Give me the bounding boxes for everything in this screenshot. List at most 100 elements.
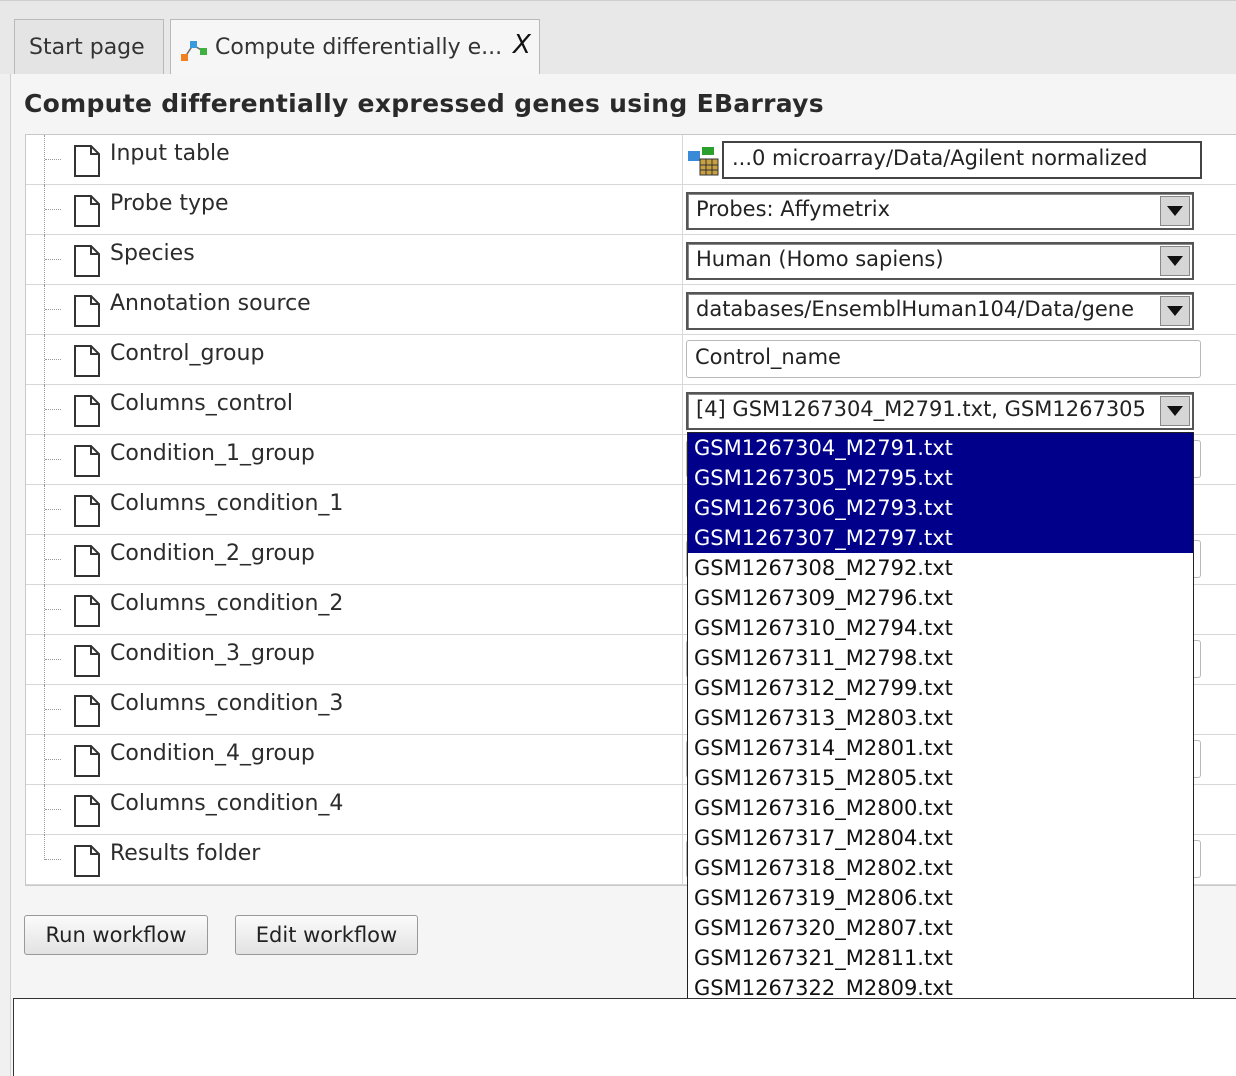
columns-control-dropdown[interactable]: [4] GSM1267304_M2791.txt, GSM1267305 bbox=[686, 392, 1194, 430]
document-icon bbox=[73, 745, 101, 777]
tree-guide bbox=[44, 585, 45, 635]
param-label-cell: Control_group bbox=[26, 335, 683, 385]
document-icon bbox=[73, 345, 101, 377]
tree-guide bbox=[45, 859, 61, 860]
list-item[interactable]: GSM1267308_M2792.txt bbox=[688, 553, 1193, 583]
table-icon bbox=[688, 147, 719, 176]
list-item[interactable]: GSM1267316_M2800.txt bbox=[688, 793, 1193, 823]
tab-label: Compute differentially e... bbox=[215, 35, 503, 60]
workflow-icon bbox=[181, 40, 207, 61]
tree-guide bbox=[44, 835, 45, 860]
tree-guide bbox=[44, 335, 45, 385]
dropdown-value: databases/EnsemblHuman104/Data/gene bbox=[696, 297, 1135, 321]
tree-guide bbox=[45, 409, 61, 410]
list-item[interactable]: GSM1267314_M2801.txt bbox=[688, 733, 1193, 763]
param-control-cell: ...0 microarray/Data/Agilent normalized bbox=[686, 135, 1236, 184]
param-control-cell: [4] GSM1267304_M2791.txt, GSM1267305 bbox=[686, 385, 1236, 434]
tab-compute-de[interactable]: Compute differentially e... X bbox=[170, 19, 540, 75]
param-control-cell: Control_name bbox=[686, 335, 1236, 384]
tree-guide bbox=[45, 609, 61, 610]
list-item[interactable]: GSM1267310_M2794.txt bbox=[688, 613, 1193, 643]
document-icon bbox=[73, 395, 101, 427]
chevron-down-icon[interactable] bbox=[1160, 296, 1190, 326]
list-item[interactable]: GSM1267305_M2795.txt bbox=[688, 463, 1193, 493]
list-item[interactable]: GSM1267318_M2802.txt bbox=[688, 853, 1193, 883]
list-item[interactable]: GSM1267312_M2799.txt bbox=[688, 673, 1193, 703]
tree-guide bbox=[44, 185, 45, 235]
columns-control-listbox[interactable]: GSM1267304_M2791.txt GSM1267305_M2795.txt… bbox=[687, 432, 1194, 1035]
run-workflow-button[interactable]: Run workflow bbox=[24, 915, 208, 955]
param-label-cell: Condition_3_group bbox=[26, 635, 683, 685]
list-item[interactable]: GSM1267315_M2805.txt bbox=[688, 763, 1193, 793]
param-label-cell: Results folder bbox=[26, 835, 683, 884]
list-item[interactable]: GSM1267320_M2807.txt bbox=[688, 913, 1193, 943]
param-label: Results folder bbox=[110, 841, 261, 866]
param-row-probe-type: Probe type Probes: Affymetrix bbox=[26, 185, 1236, 235]
chevron-down-icon[interactable] bbox=[1160, 246, 1190, 276]
param-label-cell: Input table bbox=[26, 135, 683, 185]
param-label: Annotation source bbox=[110, 291, 311, 316]
param-label-cell: Condition_1_group bbox=[26, 435, 683, 485]
tree-guide bbox=[44, 785, 45, 835]
param-row-species: Species Human (Homo sapiens) bbox=[26, 235, 1236, 285]
probe-type-dropdown[interactable]: Probes: Affymetrix bbox=[686, 192, 1194, 230]
list-item[interactable]: GSM1267309_M2796.txt bbox=[688, 583, 1193, 613]
tree-guide bbox=[44, 285, 45, 335]
param-label-cell: Columns_control bbox=[26, 385, 683, 435]
param-label-cell: Columns_condition_2 bbox=[26, 585, 683, 635]
param-label-cell: Annotation source bbox=[26, 285, 683, 335]
param-label: Columns_condition_3 bbox=[110, 691, 344, 716]
document-icon bbox=[73, 545, 101, 577]
list-item[interactable]: GSM1267321_M2811.txt bbox=[688, 943, 1193, 973]
param-row-control-group: Control_group Control_name bbox=[26, 335, 1236, 385]
param-label: Input table bbox=[110, 141, 230, 166]
output-area bbox=[13, 998, 1236, 1076]
page-title: Compute differentially expressed genes u… bbox=[24, 89, 824, 118]
param-label-cell: Columns_condition_4 bbox=[26, 785, 683, 835]
document-icon bbox=[73, 595, 101, 627]
list-item[interactable]: GSM1267317_M2804.txt bbox=[688, 823, 1193, 853]
param-label: Condition_3_group bbox=[110, 641, 315, 666]
tree-guide bbox=[44, 135, 45, 185]
document-icon bbox=[73, 295, 101, 327]
list-item[interactable]: GSM1267313_M2803.txt bbox=[688, 703, 1193, 733]
dropdown-value: Probes: Affymetrix bbox=[696, 197, 891, 221]
document-icon bbox=[73, 145, 101, 177]
list-item[interactable]: GSM1267311_M2798.txt bbox=[688, 643, 1193, 673]
param-label: Probe type bbox=[110, 191, 229, 216]
control-group-input[interactable]: Control_name bbox=[686, 340, 1201, 378]
list-item[interactable]: GSM1267306_M2793.txt bbox=[688, 493, 1193, 523]
param-label: Condition_2_group bbox=[110, 541, 315, 566]
dropdown-value: Human (Homo sapiens) bbox=[696, 247, 944, 271]
list-item[interactable]: GSM1267307_M2797.txt bbox=[688, 523, 1193, 553]
param-label: Columns_condition_2 bbox=[110, 591, 344, 616]
list-item[interactable]: GSM1267319_M2806.txt bbox=[688, 883, 1193, 913]
tree-guide bbox=[44, 735, 45, 785]
species-dropdown[interactable]: Human (Homo sapiens) bbox=[686, 242, 1194, 280]
param-control-cell: databases/EnsemblHuman104/Data/gene bbox=[686, 285, 1236, 334]
param-control-cell: Probes: Affymetrix bbox=[686, 185, 1236, 234]
tab-start-page[interactable]: Start page bbox=[14, 19, 164, 75]
param-label: Columns_control bbox=[110, 391, 293, 416]
chevron-down-icon[interactable] bbox=[1160, 196, 1190, 226]
tree-guide bbox=[45, 309, 61, 310]
tab-bar: Start page Compute differentially e... X bbox=[0, 0, 1236, 75]
param-row-input-table: Input table ...0 microarray/Data/Agilent … bbox=[26, 135, 1236, 185]
document-icon bbox=[73, 795, 101, 827]
edit-workflow-button[interactable]: Edit workflow bbox=[235, 915, 418, 955]
tree-guide bbox=[45, 259, 61, 260]
annotation-source-dropdown[interactable]: databases/EnsemblHuman104/Data/gene bbox=[686, 292, 1194, 330]
list-item[interactable]: GSM1267304_M2791.txt bbox=[688, 433, 1193, 463]
tree-guide bbox=[45, 159, 61, 160]
param-row-annotation-source: Annotation source databases/EnsemblHuman1… bbox=[26, 285, 1236, 335]
close-icon[interactable]: X bbox=[513, 30, 539, 60]
tree-guide bbox=[45, 709, 61, 710]
param-label-cell: Species bbox=[26, 235, 683, 285]
param-control-cell: Human (Homo sapiens) bbox=[686, 235, 1236, 284]
param-row-columns-control: Columns_control [4] GSM1267304_M2791.txt,… bbox=[26, 385, 1236, 435]
param-label: Columns_condition_1 bbox=[110, 491, 344, 516]
tree-guide bbox=[44, 485, 45, 535]
chevron-down-icon[interactable] bbox=[1160, 396, 1190, 426]
input-table-field[interactable]: ...0 microarray/Data/Agilent normalized bbox=[722, 141, 1202, 179]
document-icon bbox=[73, 445, 101, 477]
